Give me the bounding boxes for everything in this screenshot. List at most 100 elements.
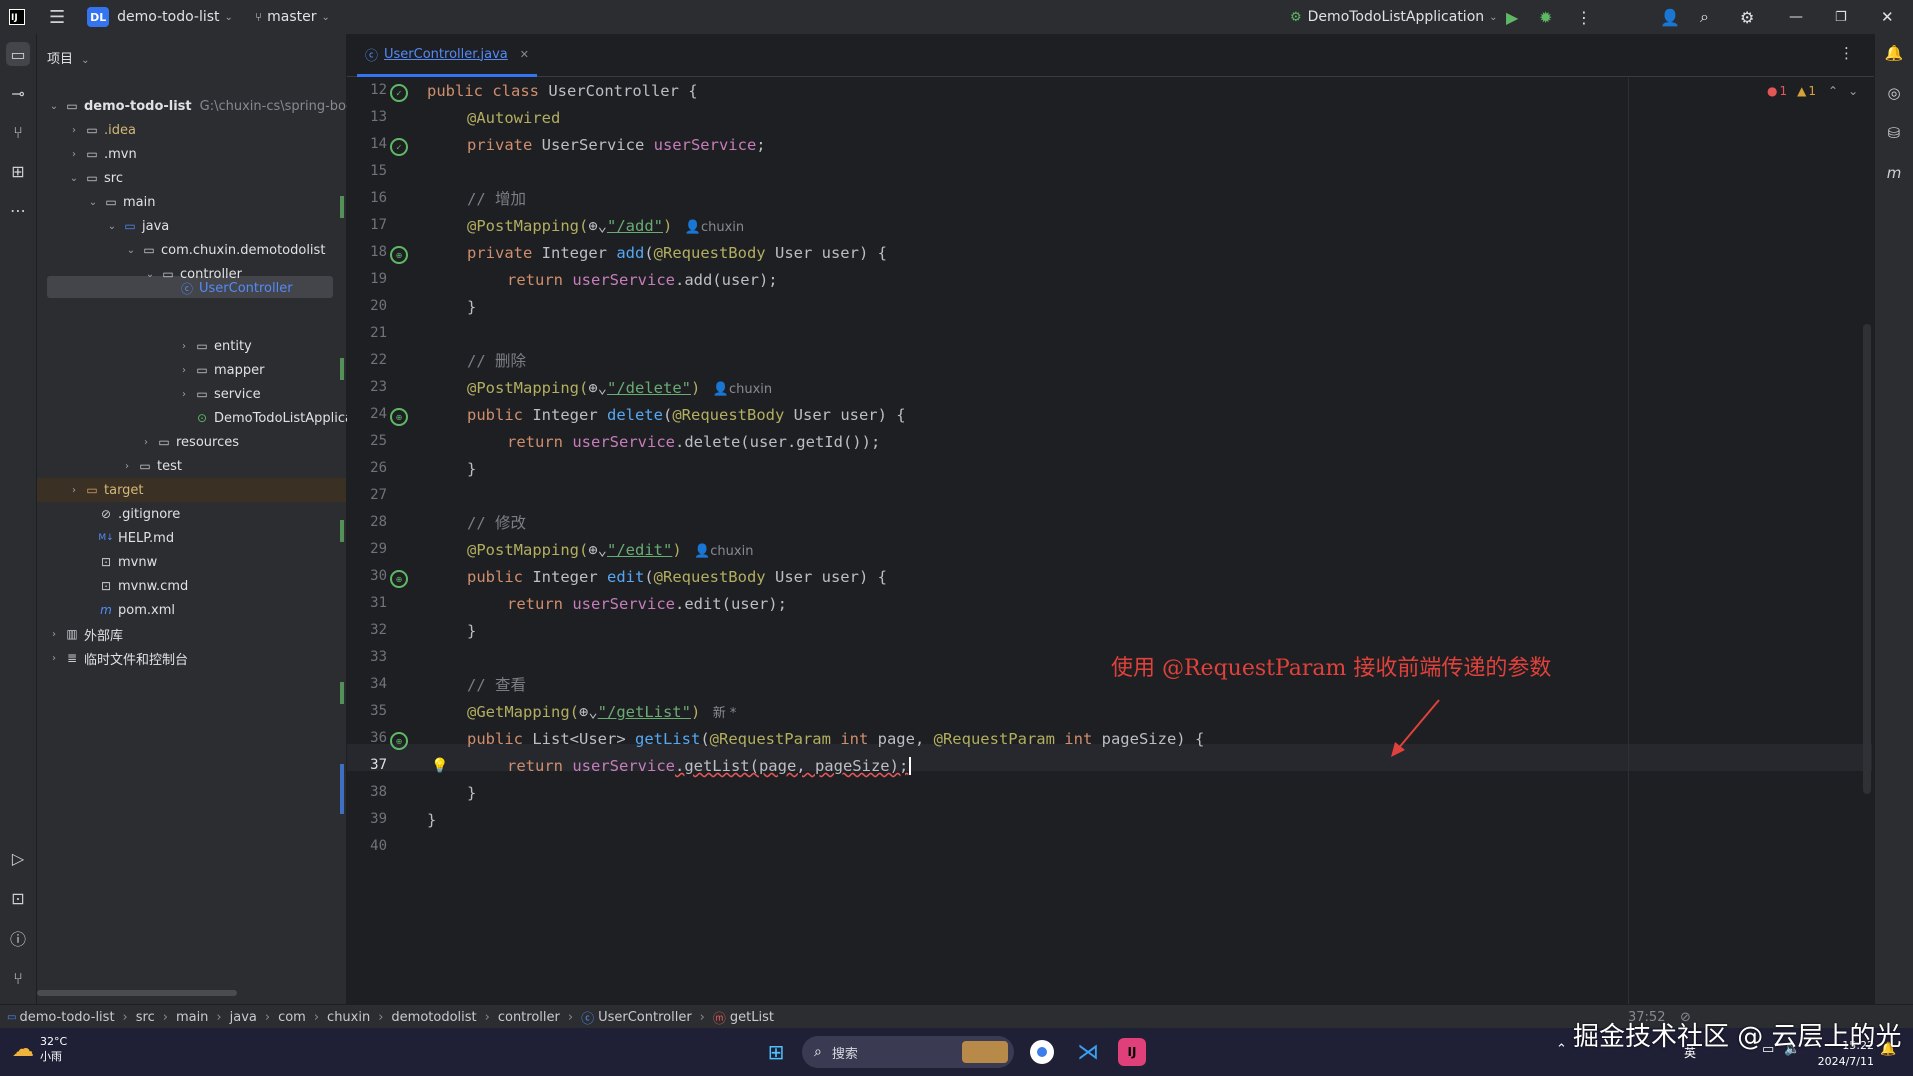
breadcrumb-item[interactable]: UserController [598,1010,692,1025]
tree-item-package[interactable]: ⌄ ▭ com.chuxin.demotodolist [124,238,326,262]
tree-item-test[interactable]: › ▭ test [120,454,182,478]
vertical-scrollbar[interactable] [1863,324,1871,794]
globe-icon[interactable]: ⊕⌄ [588,379,607,397]
spring-app-icon: ⊙ [196,411,208,425]
tree-item-scratches[interactable]: › ≣ 临时文件和控制台 [47,646,188,670]
tab-usercontroller[interactable]: ⓒ UserController.java ✕ [357,34,537,77]
tree-item-service[interactable]: › ▭ service [177,382,261,406]
database-icon[interactable]: ⛁ [1883,122,1905,144]
vcs-modified-marker[interactable] [340,764,344,814]
globe-icon[interactable]: ⊕⌄ [588,541,607,559]
breadcrumb-item[interactable]: getList [730,1010,774,1025]
tree-item-mvn[interactable]: › ▭ .mvn [67,142,137,166]
tree-item-target[interactable]: › ▭ target [67,478,144,502]
breadcrumb-item[interactable]: demo-todo-list [19,1010,114,1025]
problems-icon[interactable]: ⓘ [6,926,30,950]
tree-item-idea[interactable]: › ▭ .idea [67,118,136,142]
author-hint[interactable]: chuxin [729,382,772,397]
search-icon[interactable]: ⌕ [1700,0,1709,34]
chrome-icon[interactable] [1030,1040,1054,1064]
more-actions-icon[interactable]: ⋮ [1576,0,1592,34]
breadcrumb-item[interactable]: chuxin [327,1010,370,1025]
breadcrumb-item[interactable]: com [278,1010,306,1025]
spring-autowired-gutter-icon[interactable]: ✓ [390,138,408,156]
tree-item-mvnwcmd[interactable]: ⊡ mvnw.cmd [81,574,188,598]
chevron-right-icon: › [182,364,186,376]
code-area[interactable]: public class UserController { @Autowired… [427,78,1827,1004]
run-icon[interactable]: ▶ [1506,0,1518,34]
maximize-icon[interactable]: ❐ [1835,0,1847,34]
chevron-right-icon: › [144,436,148,448]
vscode-icon[interactable]: ⋊ [1074,1038,1102,1066]
globe-icon[interactable]: ⊕⌄ [579,703,598,721]
add-user-icon[interactable]: 👤 [1660,0,1680,34]
breadcrumb-item[interactable]: controller [498,1010,560,1025]
close-tab-icon[interactable]: ✕ [520,48,529,61]
request-mapping-gutter-icon[interactable]: ⊕ [390,246,408,264]
more-tools-icon[interactable]: ⋯ [6,198,30,222]
debug-icon[interactable]: ✹ [1539,0,1552,34]
request-mapping-gutter-icon[interactable]: ⊕ [390,408,408,426]
main-menu-icon[interactable]: ☰ [49,7,65,28]
tree-item-resources[interactable]: › ▭ resources [139,430,239,454]
tab-options-icon[interactable]: ⋮ [1839,44,1854,62]
tray-chevron-up-icon[interactable]: ⌃ [1556,1042,1567,1057]
maven-icon[interactable]: m [1883,162,1905,184]
breadcrumb-item[interactable]: src [136,1010,155,1025]
project-folder-icon[interactable]: ▭ [6,42,30,66]
close-icon[interactable]: ✕ [1881,0,1894,34]
author-hint[interactable]: chuxin [710,544,753,559]
windows-start-icon[interactable]: ⊞ [762,1038,790,1066]
tree-item-mapper[interactable]: › ▭ mapper [177,358,264,382]
tree-item-entity[interactable]: › ▭ entity [177,334,252,358]
chevron-up-icon[interactable]: ⌃ [1828,84,1838,98]
branch-switcher[interactable]: ⑂ master ⌄ [255,9,330,25]
intellij-logo[interactable]: IJ [9,9,25,25]
request-mapping-gutter-icon[interactable]: ⊕ [390,570,408,588]
tree-item-external-libraries[interactable]: › ▥ 外部库 [47,622,123,646]
project-switcher[interactable]: demo-todo-list ⌄ [117,9,233,25]
chevron-down-icon[interactable]: ⌄ [1848,84,1858,98]
structure-icon[interactable]: ⊞ [6,159,30,183]
request-mapping-gutter-icon[interactable]: ⊕ [390,732,408,750]
vcs-change-marker[interactable] [340,358,344,380]
notifications-icon[interactable]: 🔔 [1883,42,1905,64]
vcs-change-marker[interactable] [340,682,344,704]
intellij-taskbar-icon[interactable]: IJ [1118,1038,1146,1066]
chevron-right-icon: › [52,628,56,640]
breadcrumb-item[interactable]: main [176,1010,208,1025]
tree-item-main[interactable]: ⌄ ▭ main [86,190,156,214]
commit-icon[interactable]: ⊸ [6,81,30,105]
project-panel-header[interactable]: 项目 ⌄ [47,48,90,67]
ai-assistant-icon[interactable]: ◎ [1883,82,1905,104]
run-config-selector[interactable]: ⚙ DemoTodoListApplication ⌄ [1290,0,1498,34]
pull-requests-icon[interactable]: ⑂ [6,120,30,144]
tree-item-gitignore[interactable]: ⊘ .gitignore [81,502,180,526]
tree-item-root[interactable]: ⌄ ▭ demo-todo-list G:\chuxin-cs\spring-b… [47,94,354,118]
spring-bean-gutter-icon[interactable]: ✓ [390,84,408,102]
code-line-34: // 查看 [467,676,526,694]
minimize-icon[interactable]: — [1789,0,1803,34]
globe-icon[interactable]: ⊕⌄ [588,217,607,235]
terminal-icon[interactable]: ⊡ [6,886,30,910]
tree-item-pomxml[interactable]: m pom.xml [81,598,175,622]
user-icon: 👤 [712,382,729,397]
author-hint[interactable]: chuxin [701,220,744,235]
services-run-icon[interactable]: ▷ [6,846,30,870]
git-icon[interactable]: ⑂ [6,966,30,990]
tree-item-src[interactable]: ⌄ ▭ src [67,166,123,190]
vcs-change-marker[interactable] [340,196,344,218]
vcs-change-marker[interactable] [340,520,344,542]
tree-item-java[interactable]: ⌄ ▭ java [105,214,169,238]
taskbar-search[interactable]: ⌕ 搜索 [802,1036,1014,1068]
project-badge[interactable]: DL [87,7,110,27]
settings-gear-icon[interactable]: ⚙ [1740,0,1754,34]
tree-item-usercontroller[interactable]: ⓒ UserController [162,276,293,300]
breadcrumb-item[interactable]: demotodolist [391,1010,476,1025]
tree-item-mvnw[interactable]: ⊡ mvnw [81,550,157,574]
tree-item-helpmd[interactable]: M↓ HELP.md [81,526,174,550]
breadcrumb-item[interactable]: java [230,1010,257,1025]
weather-widget[interactable]: ☁ 32°C 小雨 [12,1034,67,1064]
horizontal-scrollbar[interactable] [37,990,237,996]
line-number: 36 [370,730,387,746]
